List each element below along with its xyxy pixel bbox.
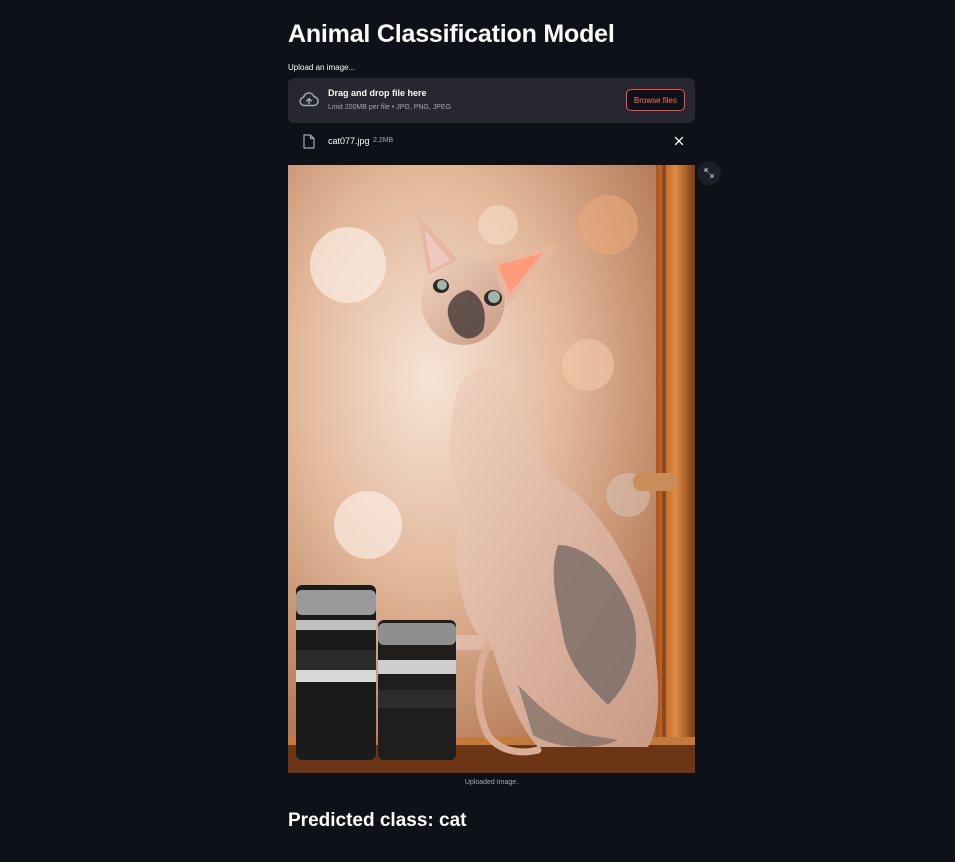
prediction-result: Predicted class: cat (288, 810, 467, 831)
uploaded-file-row: cat077.jpg 2.2MB (288, 128, 695, 154)
file-name: cat077.jpg (328, 136, 370, 146)
uploaded-image (288, 165, 695, 773)
upload-label: Upload an image... (288, 63, 356, 72)
file-icon (303, 134, 315, 149)
fullscreen-button[interactable] (697, 161, 721, 185)
file-size: 2.2MB (373, 137, 394, 144)
fullscreen-icon (704, 168, 714, 178)
browse-files-button[interactable]: Browse files (625, 89, 685, 111)
page-title: Animal Classification Model (288, 20, 615, 48)
cat-photo (288, 165, 695, 773)
close-icon[interactable] (673, 134, 685, 148)
dropzone-limit-text: Limit 200MB per file • JPG, PNG, JPEG (328, 104, 452, 111)
image-caption: Uploaded Image. (464, 779, 519, 786)
cloud-upload-icon (299, 92, 319, 107)
dropzone-title: Drag and drop file here (328, 88, 427, 98)
file-dropzone[interactable]: Drag and drop file here Limit 200MB per … (288, 78, 695, 123)
